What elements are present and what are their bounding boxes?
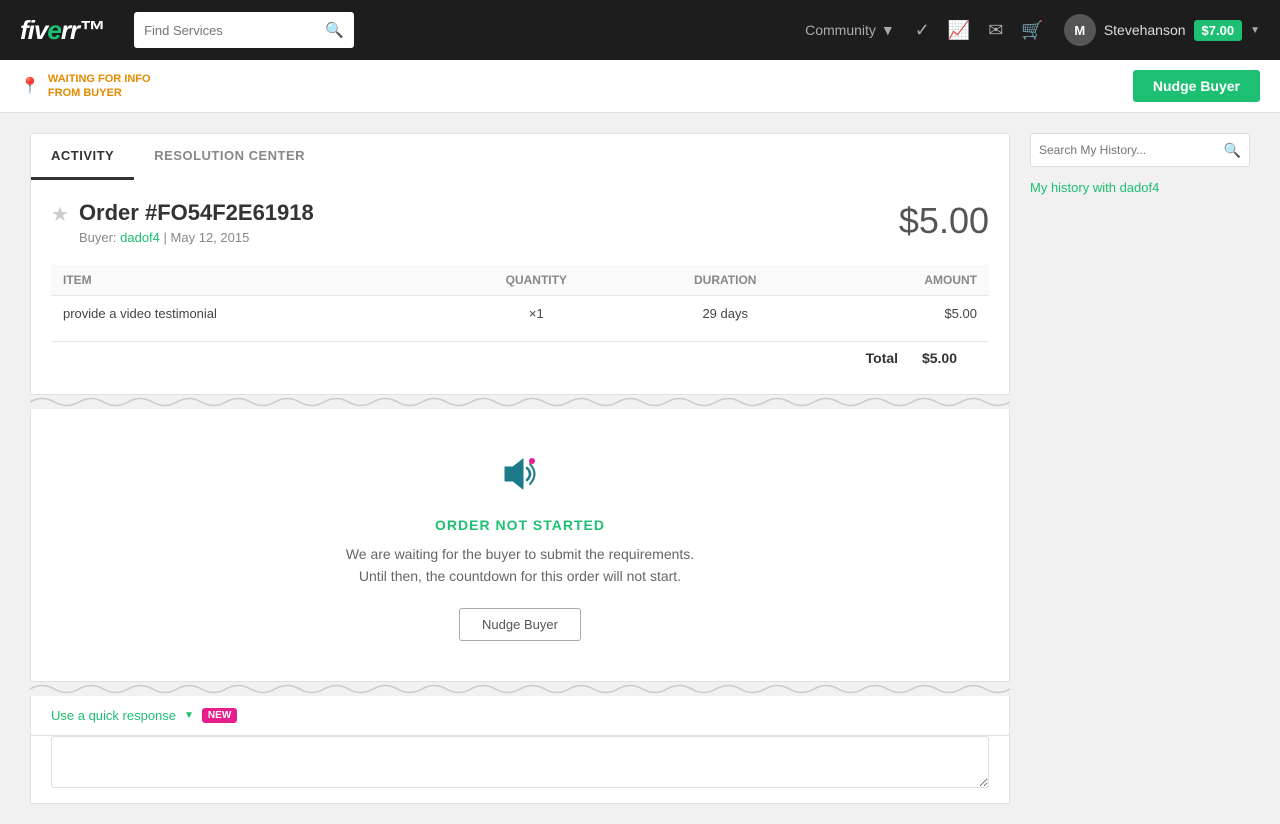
order-date: May 12, 2015: [171, 230, 250, 245]
tabs: ACTIVITY RESOLUTION CENTER: [30, 133, 1010, 180]
not-started-line1: We are waiting for the buyer to submit t…: [51, 543, 989, 565]
order-header: ★ Order #FO54F2E61918 Buyer: dadof4 | Ma…: [51, 200, 989, 245]
history-search-icon: 🔍: [1224, 142, 1241, 159]
right-panel: 🔍 My history with dadof4: [1030, 133, 1250, 804]
balance-badge: $7.00: [1194, 20, 1243, 41]
my-history-link[interactable]: My history with dadof4: [1030, 180, 1159, 195]
username: Stevehanson: [1104, 22, 1186, 38]
nudge-buyer-center-button[interactable]: Nudge Buyer: [459, 608, 581, 641]
order-meta: Buyer: dadof4 | May 12, 2015: [79, 230, 314, 245]
order-info: Order #FO54F2E61918 Buyer: dadof4 | May …: [79, 200, 314, 245]
user-chevron-icon: ▼: [1250, 25, 1260, 36]
total-amount: $5.00: [922, 350, 957, 366]
date-separator: |: [164, 230, 167, 245]
status-text: WAITING FOR INFO FROM BUYER: [48, 72, 151, 101]
nudge-buyer-top-button[interactable]: Nudge Buyer: [1133, 70, 1260, 102]
header: fiverr™ 🔍 Community ▼ ✓ 📈 ✉ 🛒 M Stevehan…: [0, 0, 1280, 60]
not-started-line2: Until then, the countdown for this order…: [51, 565, 989, 587]
item-duration: 29 days: [630, 296, 820, 332]
total-label: Total: [866, 350, 898, 366]
new-badge: NEW: [202, 708, 237, 723]
quick-response-chevron-icon: ▼: [184, 710, 194, 721]
col-duration: DURATION: [630, 265, 820, 296]
col-item: ITEM: [51, 265, 442, 296]
buyer-link[interactable]: dadof4: [120, 230, 160, 245]
search-input[interactable]: [144, 23, 319, 38]
order-title-area: ★ Order #FO54F2E61918 Buyer: dadof4 | Ma…: [51, 200, 314, 245]
analytics-icon[interactable]: 📈: [948, 20, 970, 41]
order-title: Order #FO54F2E61918: [79, 200, 314, 226]
wavy-border-top: [30, 395, 1010, 409]
logo[interactable]: fiverr™: [20, 15, 104, 46]
wavy-border-bottom: [30, 682, 1010, 696]
tab-activity[interactable]: ACTIVITY: [31, 134, 134, 180]
message-textarea-wrap: [30, 736, 1010, 804]
header-icons: ✓ 📈 ✉ 🛒: [915, 20, 1044, 41]
not-started-label: ORDER NOT STARTED: [51, 517, 989, 533]
quick-response-bar: Use a quick response ▼ NEW: [30, 696, 1010, 736]
bell-icon: [495, 449, 545, 499]
cart-icon[interactable]: 🛒: [1021, 20, 1043, 41]
col-amount: AMOUNT: [820, 265, 989, 296]
not-started-card: ORDER NOT STARTED We are waiting for the…: [30, 409, 1010, 682]
col-quantity: QUANTITY: [442, 265, 630, 296]
search-icon-button[interactable]: 🔍: [325, 21, 344, 39]
community-chevron-icon: ▼: [881, 22, 895, 38]
checkmark-icon[interactable]: ✓: [915, 20, 930, 41]
message-textarea[interactable]: [51, 736, 989, 788]
status-line2: FROM BUYER: [48, 86, 151, 100]
bell-icon-area: [51, 449, 989, 502]
status-left: 📍 WAITING FOR INFO FROM BUYER: [20, 72, 151, 101]
community-nav[interactable]: Community ▼: [805, 22, 895, 38]
item-amount: $5.00: [820, 296, 989, 332]
status-line1: WAITING FOR INFO: [48, 72, 151, 86]
not-started-desc: We are waiting for the buyer to submit t…: [51, 543, 989, 588]
buyer-label: Buyer:: [79, 230, 117, 245]
quick-response-link[interactable]: Use a quick response: [51, 708, 176, 723]
item-name: provide a video testimonial: [51, 296, 442, 332]
order-card: ★ Order #FO54F2E61918 Buyer: dadof4 | Ma…: [30, 180, 1010, 395]
left-panel: ACTIVITY RESOLUTION CENTER ★ Order #FO54…: [30, 133, 1010, 804]
item-quantity: ×1: [442, 296, 630, 332]
pin-icon: 📍: [20, 76, 40, 96]
order-total: Total $5.00: [51, 341, 989, 374]
history-search-input[interactable]: [1039, 143, 1224, 157]
user-area[interactable]: M Stevehanson $7.00 ▼: [1064, 14, 1260, 46]
table-row: provide a video testimonial ×1 29 days $…: [51, 296, 989, 332]
main-content: ACTIVITY RESOLUTION CENTER ★ Order #FO54…: [0, 113, 1280, 824]
star-icon[interactable]: ★: [51, 202, 69, 227]
tab-resolution-center[interactable]: RESOLUTION CENTER: [134, 134, 325, 180]
order-amount: $5.00: [899, 200, 989, 242]
messages-icon[interactable]: ✉: [988, 20, 1003, 41]
search-bar[interactable]: 🔍: [134, 12, 354, 48]
order-table: ITEM QUANTITY DURATION AMOUNT provide a …: [51, 265, 989, 331]
avatar: M: [1064, 14, 1096, 46]
status-bar: 📍 WAITING FOR INFO FROM BUYER Nudge Buye…: [0, 60, 1280, 113]
history-search-box[interactable]: 🔍: [1030, 133, 1250, 167]
community-label: Community: [805, 22, 876, 38]
